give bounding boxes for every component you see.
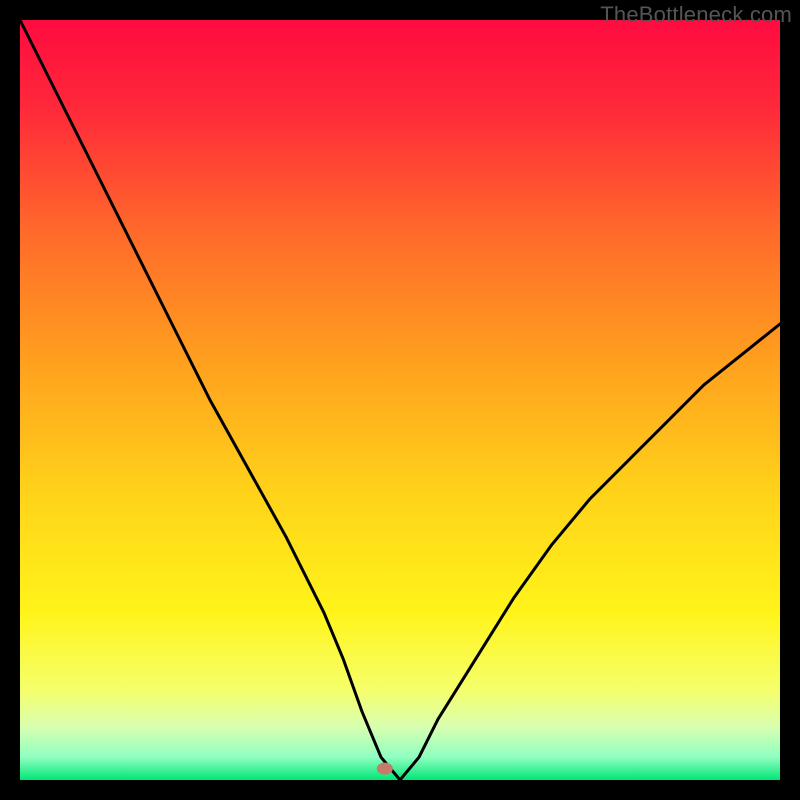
gradient-background <box>20 20 780 780</box>
bottleneck-marker <box>377 763 393 775</box>
watermark-label: TheBottleneck.com <box>600 2 792 28</box>
plot-area <box>20 20 780 780</box>
chart-svg <box>20 20 780 780</box>
chart-frame: TheBottleneck.com <box>0 0 800 800</box>
